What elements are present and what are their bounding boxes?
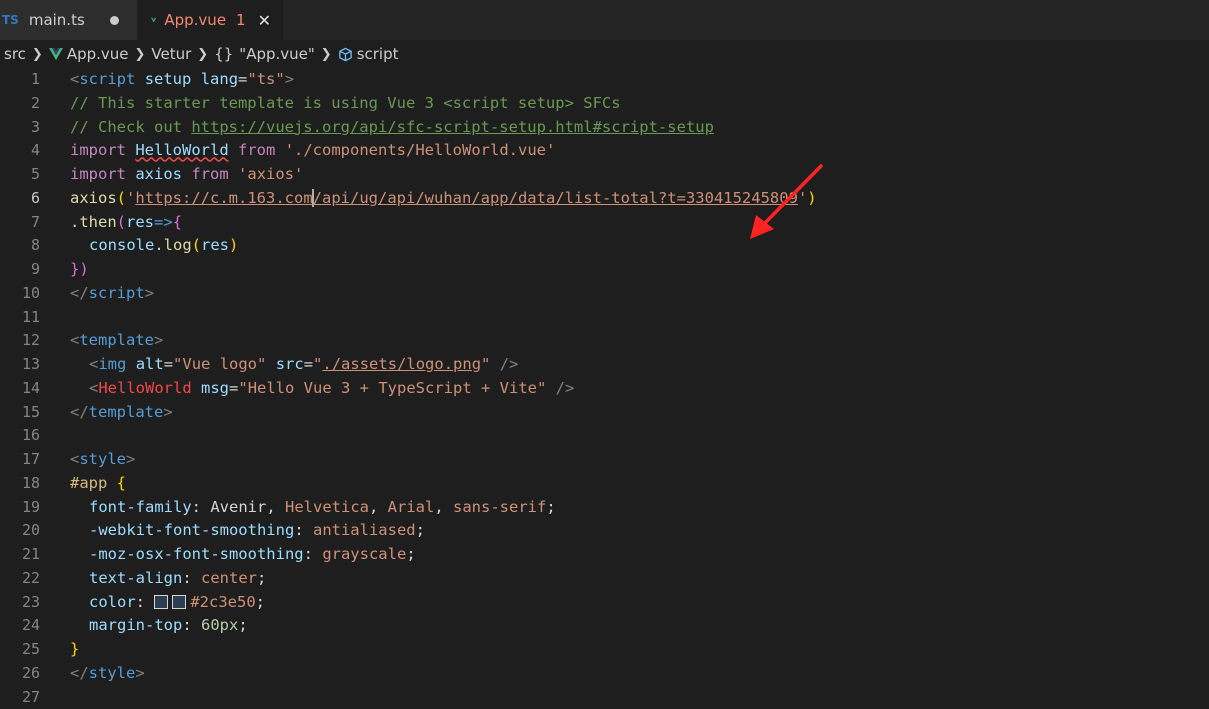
code-line: </template> (70, 401, 1209, 425)
code-line: console.log(res) (70, 234, 1209, 258)
cube-icon (338, 47, 353, 62)
line-number: 25 (0, 638, 40, 662)
code-line: import HelloWorld from './components/Hel… (70, 139, 1209, 163)
red-arrow-annotation (748, 163, 824, 241)
vue-icon (49, 48, 63, 60)
code-line: // Check out https://vuejs.org/api/sfc-s… (70, 116, 1209, 140)
error-squiggle: HelloWorld (135, 141, 228, 159)
close-icon[interactable]: ✕ (258, 11, 271, 30)
code-link[interactable]: https://c.m.163.com (135, 189, 312, 207)
line-number: 9 (0, 258, 40, 282)
chevron-right-icon: ❯ (32, 47, 43, 62)
line-number: 6 (0, 187, 40, 211)
code-line: // This starter template is using Vue 3 … (70, 92, 1209, 116)
line-number: 18 (0, 472, 40, 496)
code-editor[interactable]: 1234567891011121314151617181920212223242… (0, 68, 1209, 699)
color-swatch[interactable] (172, 595, 186, 609)
code-line: } (70, 638, 1209, 662)
code-line (70, 306, 1209, 330)
code-link[interactable]: https://vuejs.org/api/sfc-script-setup.h… (191, 118, 714, 136)
code-line: <template> (70, 329, 1209, 353)
code-line: <img alt="Vue logo" src="./assets/logo.p… (70, 353, 1209, 377)
line-number-gutter: 1234567891011121314151617181920212223242… (0, 68, 40, 709)
line-number: 5 (0, 163, 40, 187)
line-number: 10 (0, 282, 40, 306)
tab-label: App.vue (164, 11, 226, 29)
line-number: 12 (0, 329, 40, 353)
chevron-right-icon: ❯ (321, 47, 332, 62)
chevron-right-icon: ❯ (197, 47, 208, 62)
code-line: </script> (70, 282, 1209, 306)
code-line: <style> (70, 448, 1209, 472)
code-line: -moz-osx-font-smoothing: grayscale; (70, 543, 1209, 567)
tab-main-ts[interactable]: TS main.ts (0, 0, 137, 40)
color-swatch[interactable] (154, 595, 168, 609)
code-line: margin-top: 60px; (70, 614, 1209, 638)
code-link[interactable]: /api/ug/api/wuhan/app/data/list-total?t=… (313, 189, 798, 207)
line-number: 22 (0, 567, 40, 591)
code-line: text-align: center; (70, 567, 1209, 591)
line-number: 26 (0, 662, 40, 686)
braces-icon: {} (214, 45, 233, 63)
code-line: -webkit-font-smoothing: antialiased; (70, 519, 1209, 543)
breadcrumb-item-vetur[interactable]: Vetur (151, 45, 191, 63)
code-line: #app { (70, 472, 1209, 496)
tab-bar: TS main.ts App.vue 1 ✕ (0, 0, 1209, 40)
line-number: 1 (0, 68, 40, 92)
code-line: <HelloWorld msg="Hello Vue 3 + TypeScrip… (70, 377, 1209, 401)
line-number: 3 (0, 116, 40, 140)
vue-icon (151, 13, 156, 27)
breadcrumb-item-src[interactable]: src (4, 45, 26, 63)
code-line: </style> (70, 662, 1209, 686)
code-link[interactable]: ./assets/logo.png (322, 355, 481, 373)
line-number: 21 (0, 543, 40, 567)
line-number: 8 (0, 234, 40, 258)
breadcrumb-item-module[interactable]: "App.vue" (239, 45, 314, 63)
problem-count-badge: 1 (236, 11, 246, 29)
line-number: 7 (0, 211, 40, 235)
line-number: 19 (0, 496, 40, 520)
line-number: 13 (0, 353, 40, 377)
line-number: 2 (0, 92, 40, 116)
line-number: 17 (0, 448, 40, 472)
line-number: 27 (0, 686, 40, 709)
line-number: 23 (0, 591, 40, 615)
tab-label: main.ts (29, 11, 110, 29)
unsaved-dot-icon[interactable] (110, 16, 119, 25)
code-line: font-family: Avenir, Helvetica, Arial, s… (70, 496, 1209, 520)
code-line: }) (70, 258, 1209, 282)
line-number: 14 (0, 377, 40, 401)
breadcrumb: src ❯ App.vue ❯ Vetur ❯ {} "App.vue" ❯ s… (0, 40, 1209, 68)
tab-app-vue[interactable]: App.vue 1 ✕ (137, 0, 283, 40)
code-line (70, 686, 1209, 709)
code-line: .then(res=>{ (70, 211, 1209, 235)
code-line: <script setup lang="ts"> (70, 68, 1209, 92)
breadcrumb-item-script[interactable]: script (357, 45, 399, 63)
line-number: 11 (0, 306, 40, 330)
line-number: 20 (0, 519, 40, 543)
line-number: 16 (0, 424, 40, 448)
chevron-right-icon: ❯ (135, 47, 146, 62)
line-number: 4 (0, 139, 40, 163)
code-line: color: #2c3e50; (70, 591, 1209, 615)
breadcrumb-item-file[interactable]: App.vue (67, 45, 129, 63)
code-line: import axios from 'axios' (70, 163, 1209, 187)
typescript-icon: TS (2, 13, 19, 27)
code-line-active: axios('https://c.m.163.com/api/ug/api/wu… (70, 187, 1209, 211)
code-area[interactable]: <script setup lang="ts"> // This starter… (70, 68, 1209, 709)
line-number: 15 (0, 401, 40, 425)
line-number: 24 (0, 614, 40, 638)
code-line (70, 424, 1209, 448)
